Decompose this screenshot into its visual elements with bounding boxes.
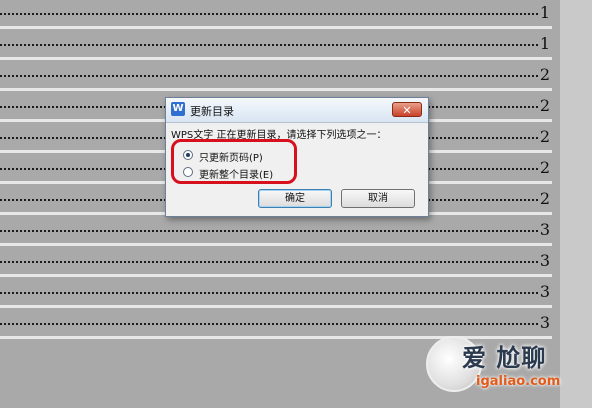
site-watermark: 爱 尬聊 igaliao.com (410, 322, 592, 408)
toc-page-number: 1 (539, 34, 550, 53)
toc-entry: 3 (0, 240, 552, 277)
toc-page-number: 2 (539, 158, 550, 177)
toc-leader-dots (0, 13, 538, 15)
toc-leader-dots (0, 261, 538, 263)
toc-leader-dots (0, 75, 538, 77)
red-highlight-annotation (171, 139, 297, 184)
ok-button[interactable]: 确定 (258, 189, 332, 208)
toc-page-number: 2 (539, 65, 550, 84)
watermark-url: igaliao.com (476, 374, 561, 389)
toc-leader-dots (0, 230, 538, 232)
toc-entry: 1 (0, 0, 552, 29)
toc-page-number: 1 (539, 3, 550, 22)
watermark-text: 爱 尬聊 (462, 344, 547, 372)
close-button[interactable]: ✕ (392, 102, 422, 117)
cancel-button[interactable]: 取消 (341, 189, 415, 208)
toc-page-number: 2 (539, 189, 550, 208)
close-icon: ✕ (402, 104, 412, 117)
wps-app-icon: W (171, 102, 185, 116)
toc-entry: 1 (0, 23, 552, 60)
toc-page-number: 3 (539, 251, 550, 270)
toc-page-number: 3 (539, 282, 550, 301)
toc-leader-dots (0, 44, 538, 46)
toc-leader-dots (0, 292, 538, 294)
toc-page-number: 3 (539, 220, 550, 239)
toc-entry: 3 (0, 271, 552, 308)
update-toc-dialog: W 更新目录 ✕ WPS文字 正在更新目录，请选择下列选项之一： 只更新页码(P… (165, 97, 429, 217)
dialog-title: 更新目录 (190, 105, 234, 118)
toc-page-number: 2 (539, 96, 550, 115)
dialog-titlebar: W 更新目录 ✕ (166, 98, 428, 123)
toc-page-number: 2 (539, 127, 550, 146)
toc-entry: 2 (0, 54, 552, 91)
